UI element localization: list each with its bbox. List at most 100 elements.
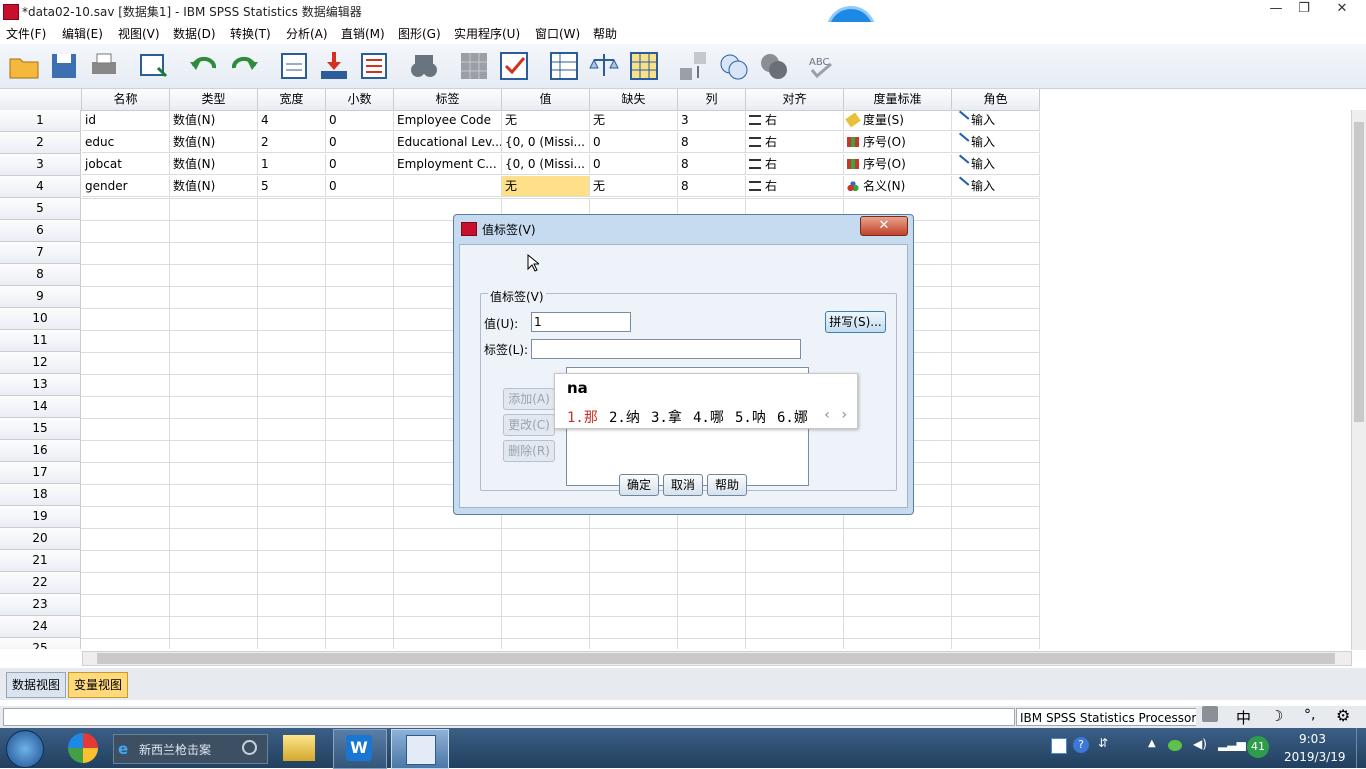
cell-role[interactable]: 输入 bbox=[952, 176, 1040, 197]
menu-file[interactable]: 文件(F) bbox=[6, 25, 46, 42]
tab-variable-view[interactable]: 变量视图 bbox=[68, 672, 129, 698]
help-tray-icon[interactable]: ? bbox=[1073, 737, 1089, 753]
row-header[interactable]: 11 bbox=[0, 330, 81, 352]
cell-width[interactable]: 4 bbox=[258, 110, 326, 131]
cell-decimals[interactable]: 0 bbox=[326, 154, 394, 175]
column-header-measure[interactable]: 度量标准 bbox=[844, 89, 952, 111]
column-header-role[interactable]: 角色 bbox=[952, 89, 1040, 111]
cell-values-selected[interactable]: 无 bbox=[502, 176, 590, 197]
ime-candidate[interactable]: 3.拿 bbox=[651, 407, 682, 427]
cell-columns[interactable]: 8 bbox=[678, 132, 746, 153]
wps-taskbar-button[interactable]: W bbox=[333, 729, 387, 769]
weight-cases-scale-icon[interactable] bbox=[588, 50, 620, 82]
column-header-label[interactable]: 标签 bbox=[394, 89, 502, 111]
column-header-columns[interactable]: 列 bbox=[678, 89, 746, 111]
row-header[interactable]: 25 bbox=[0, 638, 81, 649]
insert-cases-icon[interactable] bbox=[458, 50, 490, 82]
ime-candidate[interactable]: 5.呐 bbox=[735, 407, 766, 427]
column-header-name[interactable]: 名称 bbox=[82, 89, 170, 111]
cell-type[interactable]: 数值(N) bbox=[170, 176, 258, 197]
row-header[interactable]: 1 bbox=[0, 110, 81, 132]
open-folder-icon[interactable] bbox=[8, 50, 40, 82]
show-hidden-icons-icon[interactable]: ▲ bbox=[1148, 738, 1156, 749]
menu-analyze[interactable]: 分析(A) bbox=[286, 25, 328, 42]
column-header-missing[interactable]: 缺失 bbox=[590, 89, 678, 111]
redo-icon[interactable] bbox=[228, 50, 260, 82]
add-button[interactable]: 添加(A) bbox=[503, 388, 555, 410]
cell-align[interactable]: 右 bbox=[746, 154, 844, 175]
menu-window[interactable]: 窗口(W) bbox=[535, 25, 580, 42]
horizontal-scrollbar[interactable] bbox=[82, 651, 1352, 666]
variables-icon[interactable] bbox=[358, 50, 390, 82]
tab-data-view[interactable]: 数据视图 bbox=[6, 672, 67, 698]
menu-data[interactable]: 数据(D) bbox=[173, 25, 216, 42]
column-header-type[interactable]: 类型 bbox=[170, 89, 258, 111]
taskbar-search-box[interactable]: e 新西兰枪击案 bbox=[113, 734, 268, 764]
column-header-values[interactable]: 值 bbox=[502, 89, 590, 111]
menu-edit[interactable]: 编辑(E) bbox=[62, 25, 103, 42]
row-header[interactable]: 8 bbox=[0, 264, 81, 286]
clock-date[interactable]: 2019/3/19 bbox=[1284, 750, 1346, 764]
cell-missing[interactable]: 无 bbox=[590, 176, 678, 197]
ime-candidate[interactable]: 1.那 bbox=[567, 407, 598, 427]
goto-case-icon[interactable] bbox=[278, 50, 310, 82]
cell-type[interactable]: 数值(N) bbox=[170, 110, 258, 131]
menu-help[interactable]: 帮助 bbox=[593, 25, 617, 42]
cell-decimals[interactable]: 0 bbox=[326, 176, 394, 197]
cell-values[interactable]: {0, 0 (Missi... bbox=[502, 154, 590, 175]
cell-missing[interactable]: 无 bbox=[590, 110, 678, 131]
checkbox-tray-icon[interactable] bbox=[1051, 738, 1067, 754]
menu-view[interactable]: 视图(V) bbox=[118, 25, 160, 42]
cell-values[interactable]: {0, 0 (Missi... bbox=[502, 132, 590, 153]
value-labels-icon[interactable] bbox=[678, 50, 710, 82]
row-header[interactable]: 19 bbox=[0, 506, 81, 528]
row-header[interactable]: 9 bbox=[0, 286, 81, 308]
menu-graphs[interactable]: 图形(G) bbox=[398, 25, 441, 42]
row-header[interactable]: 13 bbox=[0, 374, 81, 396]
start-button-icon[interactable] bbox=[6, 730, 44, 768]
row-header[interactable]: 16 bbox=[0, 440, 81, 462]
row-header[interactable]: 2 bbox=[0, 132, 81, 154]
goto-variable-icon[interactable] bbox=[318, 50, 350, 82]
ime-candidate[interactable]: 6.娜 bbox=[777, 407, 808, 427]
cell-width[interactable]: 1 bbox=[258, 154, 326, 175]
cell-measure[interactable]: 序号(O) bbox=[844, 154, 952, 175]
cell-label[interactable] bbox=[394, 176, 502, 197]
signal-icon[interactable]: ▂▃▅ bbox=[1218, 737, 1246, 751]
ime-candidate[interactable]: 2.纳 bbox=[609, 407, 640, 427]
volume-icon[interactable]: ◀) bbox=[1193, 737, 1207, 751]
row-header[interactable]: 18 bbox=[0, 484, 81, 506]
row-header[interactable]: 20 bbox=[0, 528, 81, 550]
cell-align[interactable]: 右 bbox=[746, 132, 844, 153]
wechat-icon[interactable] bbox=[1168, 740, 1182, 751]
row-header[interactable]: 6 bbox=[0, 220, 81, 242]
use-variable-sets-icon[interactable] bbox=[718, 50, 750, 82]
cell-role[interactable]: 输入 bbox=[952, 154, 1040, 175]
ime-candidate[interactable]: 4.哪 bbox=[693, 407, 724, 427]
split-file-icon[interactable] bbox=[548, 50, 580, 82]
column-header-align[interactable]: 对齐 bbox=[746, 89, 844, 111]
cell-decimals[interactable]: 0 bbox=[326, 132, 394, 153]
row-header[interactable]: 23 bbox=[0, 594, 81, 616]
cancel-button[interactable]: 取消 bbox=[663, 474, 703, 496]
ime-chinese-mode[interactable]: 中 bbox=[1236, 707, 1251, 728]
row-header[interactable]: 4 bbox=[0, 176, 81, 198]
ok-button[interactable]: 确定 bbox=[619, 474, 659, 496]
row-header[interactable]: 7 bbox=[0, 242, 81, 264]
cell-missing[interactable]: 0 bbox=[590, 132, 678, 153]
find-binoculars-icon[interactable] bbox=[408, 50, 440, 82]
row-header[interactable]: 3 bbox=[0, 154, 81, 176]
row-header[interactable]: 17 bbox=[0, 462, 81, 484]
ime-logo-icon[interactable] bbox=[1202, 706, 1218, 722]
change-button[interactable]: 更改(C) bbox=[503, 414, 555, 436]
cell-name[interactable]: gender bbox=[82, 176, 170, 197]
network-adapter-icon[interactable]: ⇵ bbox=[1098, 736, 1108, 750]
cell-type[interactable]: 数值(N) bbox=[170, 132, 258, 153]
column-header-decimals[interactable]: 小数 bbox=[326, 89, 394, 111]
cell-align[interactable]: 右 bbox=[746, 110, 844, 131]
cell-columns[interactable]: 8 bbox=[678, 154, 746, 175]
insert-variable-icon[interactable] bbox=[498, 50, 530, 82]
undo-icon[interactable] bbox=[188, 50, 220, 82]
help-button[interactable]: 帮助 bbox=[707, 474, 747, 496]
menu-direct-marketing[interactable]: 直销(M) bbox=[341, 25, 385, 42]
